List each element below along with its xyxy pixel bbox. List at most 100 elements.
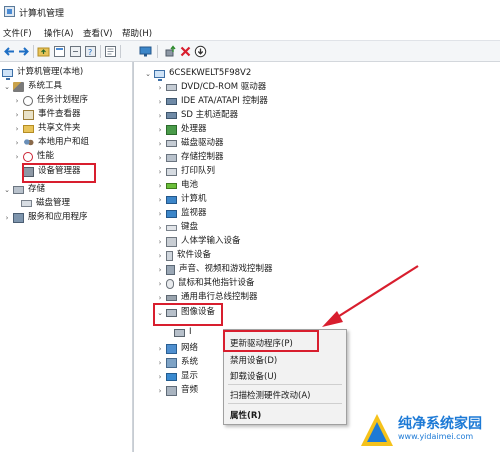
tree-label: 计算机管理(本地) bbox=[17, 67, 84, 77]
download-icon[interactable] bbox=[194, 45, 207, 58]
chevron-right-icon[interactable]: › bbox=[156, 278, 164, 289]
device-category[interactable]: › 鼠标和其他指针设备 bbox=[156, 277, 255, 290]
chevron-down-icon[interactable]: ⌄ bbox=[144, 68, 152, 79]
device-category[interactable]: › SD 主机适配器 bbox=[156, 109, 239, 122]
device-category[interactable]: › 人体学输入设备 bbox=[156, 235, 241, 248]
toolbar: ? bbox=[0, 40, 500, 62]
tree-label: 存储 bbox=[28, 184, 46, 194]
menu-view[interactable]: 查看(V) bbox=[83, 27, 112, 39]
device-category[interactable]: › DVD/CD-ROM 驱动器 bbox=[156, 81, 267, 94]
device-category[interactable]: › 监视器 bbox=[156, 207, 207, 220]
forward-arrow-icon[interactable] bbox=[17, 45, 30, 58]
monitor-icon[interactable] bbox=[139, 45, 152, 58]
computer-management-icon bbox=[2, 68, 13, 80]
device-category[interactable]: › 声音、视频和游戏控制器 bbox=[156, 263, 273, 276]
chevron-right-icon[interactable]: › bbox=[156, 343, 164, 354]
chevron-right-icon[interactable]: › bbox=[156, 385, 164, 396]
chevron-right-icon[interactable]: › bbox=[13, 137, 21, 148]
device-category[interactable]: › 显示 bbox=[156, 370, 198, 383]
toolbar-separator bbox=[120, 45, 121, 58]
device-tree-root[interactable]: ⌄ 6CSEKWELT5F98V2 bbox=[144, 67, 251, 81]
device-category[interactable]: › 打印队列 bbox=[156, 165, 215, 178]
back-arrow-icon[interactable] bbox=[3, 45, 16, 58]
battery-icon bbox=[166, 182, 177, 189]
up-folder-icon[interactable] bbox=[37, 45, 50, 58]
tree-item-services-apps[interactable]: › 服务和应用程序 bbox=[3, 211, 88, 224]
device-category[interactable]: › 键盘 bbox=[156, 221, 198, 234]
device-category[interactable]: › IDE ATA/ATAPI 控制器 bbox=[156, 95, 268, 108]
tree-item-shared-folders[interactable]: › 共享文件夹 bbox=[13, 122, 81, 135]
chevron-down-icon[interactable]: ⌄ bbox=[3, 81, 11, 92]
tree-item-storage[interactable]: ⌄ 存储 bbox=[3, 183, 45, 196]
menu-item-uninstall-device[interactable]: 卸载设备(U) bbox=[230, 370, 277, 382]
export-icon[interactable] bbox=[104, 45, 117, 58]
device-category[interactable]: › 电池 bbox=[156, 179, 198, 192]
disk-drive-icon bbox=[166, 140, 177, 147]
computer-icon bbox=[166, 195, 177, 204]
chevron-right-icon[interactable]: › bbox=[156, 152, 164, 163]
chevron-right-icon[interactable]: › bbox=[13, 95, 21, 106]
properties-icon[interactable] bbox=[53, 45, 66, 58]
device-category[interactable]: › 计算机 bbox=[156, 193, 207, 206]
toolbar-separator bbox=[33, 45, 34, 58]
tree-item-local-users[interactable]: › 本地用户和组 bbox=[13, 136, 89, 149]
chevron-right-icon[interactable]: › bbox=[13, 151, 21, 162]
chevron-right-icon[interactable]: › bbox=[156, 208, 164, 219]
device-category[interactable]: › 音频 bbox=[156, 384, 198, 397]
chevron-right-icon[interactable]: › bbox=[156, 124, 164, 135]
tree-label: 共享文件夹 bbox=[38, 123, 81, 133]
imaging-device-item[interactable]: I bbox=[172, 326, 192, 339]
chevron-right-icon[interactable]: › bbox=[156, 166, 164, 177]
tree-item-system-tools[interactable]: ⌄ 系统工具 bbox=[3, 80, 62, 93]
clock-icon bbox=[23, 95, 33, 106]
tree-item-computer-management[interactable]: 计算机管理(本地) bbox=[0, 66, 84, 80]
delete-x-icon[interactable] bbox=[179, 45, 192, 58]
device-category[interactable]: › 网络 bbox=[156, 342, 198, 355]
chevron-right-icon[interactable]: › bbox=[156, 138, 164, 149]
menu-file[interactable]: 文件(F) bbox=[3, 27, 32, 39]
menu-action[interactable]: 操作(A) bbox=[44, 27, 73, 39]
update-driver-icon[interactable] bbox=[164, 45, 177, 58]
chevron-right-icon[interactable]: › bbox=[156, 180, 164, 191]
chevron-right-icon[interactable]: › bbox=[156, 82, 164, 93]
chevron-right-icon[interactable]: › bbox=[156, 250, 164, 261]
device-category[interactable]: › 处理器 bbox=[156, 123, 207, 136]
navigation-tree: 计算机管理(本地) ⌄ 系统工具 › 任务计划程序 › 事件查看器 › 共享文件… bbox=[0, 62, 133, 452]
refresh-icon[interactable] bbox=[69, 45, 82, 58]
menu-item-properties[interactable]: 属性(R) bbox=[230, 409, 261, 421]
device-category[interactable]: › 系统 bbox=[156, 356, 198, 369]
chevron-right-icon[interactable]: › bbox=[156, 194, 164, 205]
chevron-down-icon[interactable]: ⌄ bbox=[3, 184, 11, 195]
chevron-right-icon[interactable]: › bbox=[156, 292, 164, 303]
chevron-right-icon[interactable]: › bbox=[13, 123, 21, 134]
tree-label: 服务和应用程序 bbox=[28, 212, 88, 222]
device-category[interactable]: › 软件设备 bbox=[156, 249, 211, 262]
device-category[interactable]: › 磁盘驱动器 bbox=[156, 137, 224, 150]
device-category[interactable]: › 存储控制器 bbox=[156, 151, 224, 164]
tree-item-task-scheduler[interactable]: › 任务计划程序 bbox=[13, 94, 88, 107]
chevron-right-icon[interactable]: › bbox=[156, 264, 164, 275]
chevron-right-icon[interactable]: › bbox=[156, 222, 164, 233]
tree-item-event-viewer[interactable]: › 事件查看器 bbox=[13, 108, 81, 121]
processor-icon bbox=[166, 124, 177, 135]
chevron-right-icon[interactable]: › bbox=[156, 110, 164, 121]
help-icon[interactable]: ? bbox=[84, 45, 97, 58]
menu-item-disable-device[interactable]: 禁用设备(D) bbox=[230, 354, 277, 366]
chevron-right-icon[interactable]: › bbox=[156, 96, 164, 107]
menu-help[interactable]: 帮助(H) bbox=[122, 27, 152, 39]
menu-separator bbox=[228, 384, 342, 385]
highlight-box-imaging-devices bbox=[153, 303, 223, 326]
chevron-right-icon[interactable]: › bbox=[156, 357, 164, 368]
menu-separator bbox=[228, 403, 342, 404]
tree-label: 系统工具 bbox=[28, 81, 63, 91]
menu-item-scan-hardware[interactable]: 扫描检测硬件改动(A) bbox=[230, 389, 310, 401]
hid-icon bbox=[166, 236, 177, 247]
system-device-icon bbox=[166, 357, 177, 368]
tree-item-disk-management[interactable]: 磁盘管理 bbox=[19, 197, 70, 210]
chevron-right-icon[interactable]: › bbox=[13, 109, 21, 120]
chevron-right-icon[interactable]: › bbox=[3, 212, 11, 223]
watermark-url: www.yidaimei.com bbox=[398, 432, 474, 441]
chevron-right-icon[interactable]: › bbox=[156, 371, 164, 382]
chevron-right-icon[interactable]: › bbox=[156, 236, 164, 247]
tree-item-performance[interactable]: › 性能 bbox=[13, 150, 54, 163]
